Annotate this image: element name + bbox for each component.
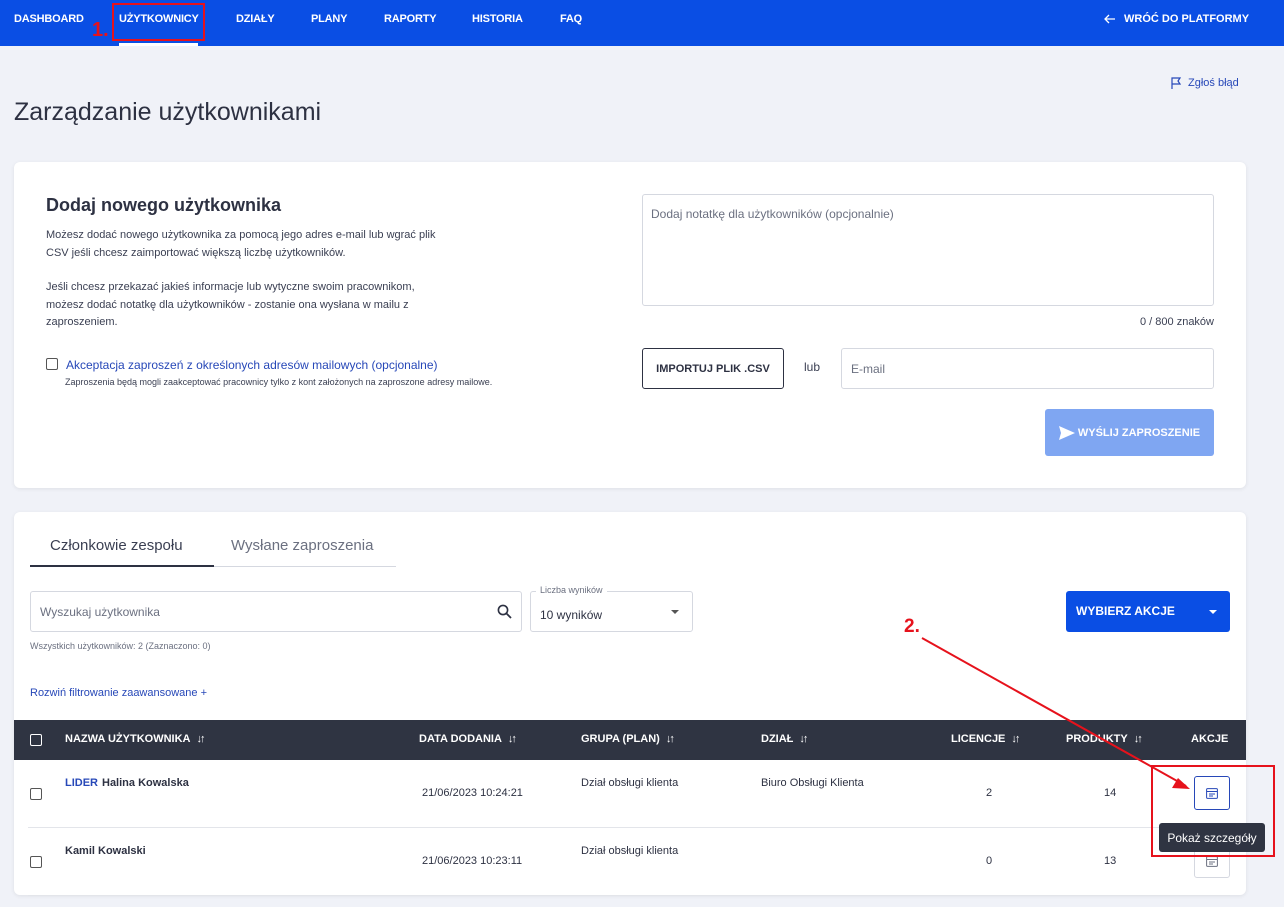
tab-sent-invitations[interactable]: Wysłane zaproszenia	[231, 537, 373, 554]
email-input[interactable]: E-mail	[841, 348, 1214, 389]
nav-plans[interactable]: PLANY	[311, 13, 347, 25]
chevron-down-icon	[1209, 610, 1217, 614]
select-all-checkbox[interactable]	[30, 734, 42, 746]
details-icon	[1206, 855, 1218, 867]
column-department-label: DZIAŁ	[761, 733, 794, 745]
choose-action-label: WYBIERZ AKCJE	[1076, 604, 1175, 618]
sort-icon: ↓↑	[799, 733, 808, 745]
group-cell: Dział obsługi klienta	[581, 777, 679, 789]
user-name-cell[interactable]: Kamil Kowalski	[65, 845, 146, 857]
column-date-added[interactable]: DATA DODANIA ↓↑	[419, 733, 517, 745]
accept-restriction-label[interactable]: Akceptacja zaproszeń z określonych adres…	[66, 358, 438, 372]
note-placeholder: Dodaj notatkę dla użytkowników (opcjonal…	[651, 207, 894, 221]
report-bug-label: Zgłoś błąd	[1188, 77, 1239, 89]
import-csv-button[interactable]: IMPORTUJ PLIK .CSV	[642, 348, 784, 389]
tab-active-indicator	[30, 565, 214, 567]
column-licenses[interactable]: LICENCJE ↓↑	[951, 733, 1020, 745]
send-icon	[1058, 425, 1075, 440]
leader-badge: LIDER	[65, 777, 98, 789]
results-per-page-label: Liczba wyników	[536, 585, 607, 595]
table-row: Kamil Kowalski 21/06/2023 10:23:11 Dział…	[28, 828, 1230, 896]
licenses-cell: 0	[986, 855, 993, 867]
user-name: Halina Kowalska	[102, 777, 189, 789]
column-username[interactable]: NAZWA UŻYTKOWNIKA ↓↑	[65, 733, 205, 745]
nav-active-indicator	[119, 43, 198, 46]
nav-dashboard[interactable]: DASHBOARD	[14, 13, 84, 25]
column-department[interactable]: DZIAŁ ↓↑	[761, 733, 808, 745]
report-bug-link[interactable]: Zgłoś błąd	[1171, 77, 1239, 89]
column-products-label: PRODUKTY	[1066, 733, 1128, 745]
flag-icon	[1171, 77, 1182, 89]
page-title: Zarządzanie użytkownikami	[14, 98, 322, 126]
column-group[interactable]: GRUPA (PLAN) ↓↑	[581, 733, 675, 745]
row-checkbox[interactable]	[30, 856, 42, 868]
accept-restriction-checkbox[interactable]	[46, 358, 58, 370]
search-icon[interactable]	[497, 604, 512, 619]
user-search-placeholder: Wyszukaj użytkownika	[40, 604, 160, 619]
back-to-platform-label: WRÓĆ DO PLATFORMY	[1124, 13, 1250, 25]
nav-faq[interactable]: FAQ	[560, 13, 582, 25]
column-licenses-label: LICENCJE	[951, 733, 1006, 745]
add-user-description: Możesz dodać nowego użytkownika za pomoc…	[46, 229, 436, 259]
date-added-cell: 21/06/2023 10:23:11	[422, 855, 523, 867]
send-invitation-button[interactable]: WYŚLIJ ZAPROSZENIE	[1045, 409, 1214, 456]
tab-team-members[interactable]: Członkowie zespołu	[50, 537, 183, 554]
send-invitation-label: WYŚLIJ ZAPROSZENIE	[1077, 426, 1201, 439]
nav-history[interactable]: HISTORIA	[472, 13, 523, 25]
group-cell: Dział obsługi klienta	[581, 845, 679, 857]
column-username-label: NAZWA UŻYTKOWNIKA	[65, 733, 191, 745]
choose-action-button[interactable]: WYBIERZ AKCJE	[1066, 591, 1230, 632]
licenses-cell: 2	[986, 787, 993, 799]
back-arrow-icon	[1104, 14, 1115, 24]
column-group-label: GRUPA (PLAN)	[581, 733, 660, 745]
chevron-down-icon	[671, 610, 679, 614]
user-name: Kamil Kowalski	[65, 845, 146, 857]
nav-departments[interactable]: DZIAŁY	[236, 13, 275, 25]
advanced-filter-link[interactable]: Rozwiń filtrowanie zaawansowane +	[30, 687, 207, 699]
annotation-step2: 2.	[904, 616, 920, 637]
department-cell: Biuro Obsługi Klienta	[761, 777, 864, 789]
table-row: LIDER Halina Kowalska 21/06/2023 10:24:21…	[28, 760, 1230, 828]
results-per-page-select[interactable]: Liczba wyników 10 wyników	[530, 585, 693, 632]
products-cell: 14	[1104, 787, 1117, 799]
table-header: NAZWA UŻYTKOWNIKA ↓↑ DATA DODANIA ↓↑ GRUPA…	[14, 720, 1246, 760]
sort-icon: ↓↑	[1011, 733, 1020, 745]
add-user-note-description: Jeśli chcesz przekazać jakieś informacje…	[46, 281, 415, 328]
annotation-box-step1	[112, 3, 205, 41]
column-date-label: DATA DODANIA	[419, 733, 502, 745]
date-added-cell: 21/06/2023 10:24:21	[422, 787, 523, 799]
nav-reports[interactable]: RAPORTY	[384, 13, 437, 25]
note-textarea[interactable]: Dodaj notatkę dla użytkowników (opcjonal…	[642, 194, 1214, 306]
user-list-card: Członkowie zespołu Wysłane zaproszenia W…	[14, 512, 1246, 896]
accept-restriction-row: Akceptacja zaproszeń z określonych adres…	[46, 358, 438, 372]
products-cell: 13	[1104, 855, 1117, 867]
sort-icon: ↓↑	[196, 733, 205, 745]
annotation-box-step2	[1151, 765, 1275, 857]
column-products[interactable]: PRODUKTY ↓↑	[1066, 733, 1143, 745]
note-char-counter: 0 / 800 znaków	[1140, 316, 1214, 328]
email-placeholder: E-mail	[851, 361, 886, 376]
sort-icon: ↓↑	[507, 733, 517, 745]
accept-restriction-hint: Zaproszenia będą mogli zaakceptować prac…	[65, 377, 493, 387]
sort-icon: ↓↑	[665, 733, 675, 745]
add-user-title: Dodaj nowego użytkownika	[46, 195, 282, 215]
or-label: lub	[804, 360, 821, 374]
user-total-count: Wszystkich użytkowników: 2 (Zaznaczono: …	[30, 641, 211, 651]
add-user-card: Dodaj nowego użytkownika Możesz dodać no…	[14, 162, 1246, 488]
annotation-step1: 1.	[92, 19, 109, 41]
user-search-input[interactable]: Wyszukaj użytkownika	[30, 591, 522, 632]
results-per-page-value: 10 wyników	[540, 608, 603, 622]
tab-divider	[214, 566, 396, 567]
column-actions: AKCJE	[1191, 733, 1229, 745]
back-to-platform-link[interactable]: WRÓĆ DO PLATFORMY	[1104, 13, 1249, 25]
sort-icon: ↓↑	[1133, 733, 1143, 745]
user-name-cell[interactable]: LIDER Halina Kowalska	[65, 777, 189, 789]
row-checkbox[interactable]	[30, 788, 42, 800]
